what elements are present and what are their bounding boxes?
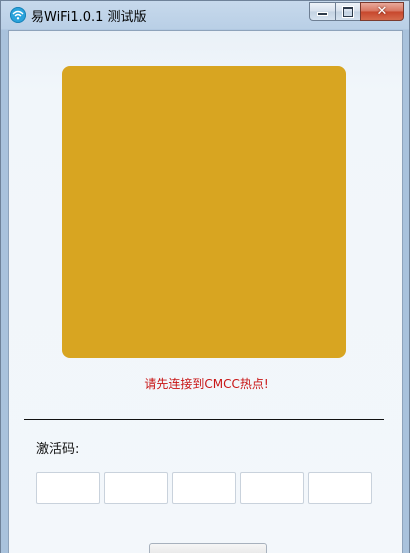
window-controls: ✕ bbox=[309, 2, 404, 21]
activation-code-field-2[interactable] bbox=[104, 472, 168, 504]
activation-code-field-3[interactable] bbox=[172, 472, 236, 504]
maximize-icon bbox=[343, 7, 353, 17]
wifi-icon bbox=[10, 7, 26, 23]
activate-button[interactable] bbox=[149, 543, 267, 553]
window-title: 易WiFi1.0.1 测试版 bbox=[31, 10, 147, 25]
maximize-button[interactable] bbox=[335, 2, 360, 21]
activation-code-field-4[interactable] bbox=[240, 472, 304, 504]
title-bar[interactable]: 易WiFi1.0.1 测试版 ✕ bbox=[1, 1, 409, 29]
status-message: 请先连接到CMCC热点! bbox=[144, 377, 269, 391]
minimize-button[interactable] bbox=[309, 2, 335, 21]
qr-code-placeholder bbox=[62, 66, 346, 358]
close-icon: ✕ bbox=[376, 4, 388, 19]
activation-code-field-1[interactable] bbox=[36, 472, 100, 504]
close-button[interactable]: ✕ bbox=[360, 2, 404, 21]
activation-code-field-5[interactable] bbox=[308, 472, 372, 504]
client-area: 请先连接到CMCC热点! 激活码: bbox=[8, 30, 403, 553]
activation-code-label: 激活码: bbox=[36, 442, 80, 457]
activation-code-fields bbox=[36, 472, 372, 504]
app-window: 易WiFi1.0.1 测试版 ✕ 请先连接到CMCC热点! 激活码: bbox=[0, 0, 410, 553]
divider bbox=[24, 419, 384, 420]
minimize-icon bbox=[318, 13, 327, 15]
